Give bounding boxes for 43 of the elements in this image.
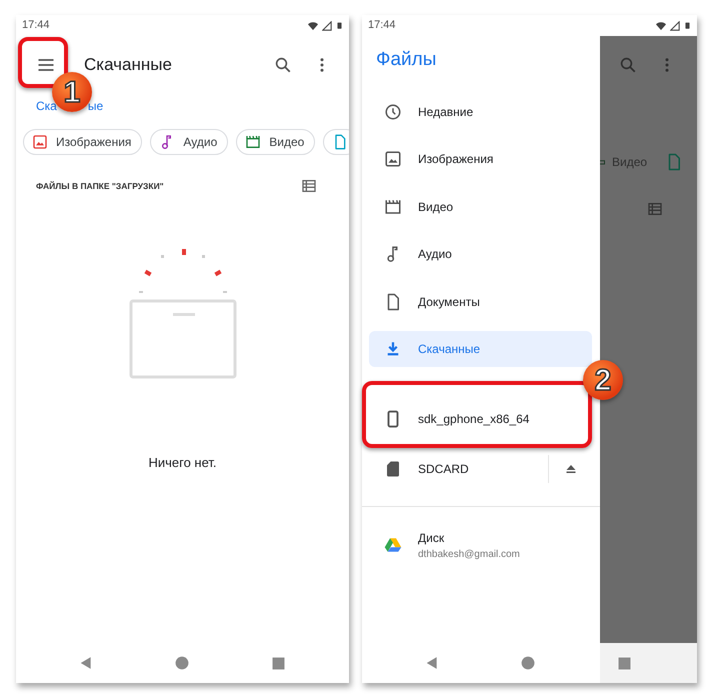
section-header: ФАЙЛЫ В ПАПКЕ "ЗАГРУЗКИ" (36, 180, 164, 192)
account-email: dthbakesh@gmail.com (418, 548, 520, 562)
drawer-item[interactable]: Скачанные (369, 330, 592, 366)
home-icon[interactable] (521, 656, 535, 670)
breadcrumb-link[interactable]: Ска (36, 100, 57, 112)
recents-icon[interactable] (618, 656, 631, 670)
clock-icon (384, 102, 402, 121)
category-chip[interactable]: Изображения (23, 129, 142, 155)
signal-icon (670, 20, 680, 30)
drawer-item[interactable]: Видео (369, 183, 592, 230)
drawer-item[interactable]: Аудио (369, 230, 592, 278)
category-chip[interactable]: Аудио (150, 129, 228, 155)
drawer-item[interactable]: SDCARD (369, 450, 548, 486)
status-time: 17:44 (22, 18, 50, 34)
drawer-item[interactable]: Изображения (369, 136, 592, 183)
battery-icon (336, 20, 343, 31)
wifi-icon (656, 20, 666, 30)
drawer-title: Файлы (376, 48, 438, 72)
empty-message: Ничего нет. (148, 455, 217, 470)
back-icon[interactable] (425, 656, 439, 670)
eject-icon[interactable] (565, 462, 577, 474)
list-view-icon[interactable] (647, 201, 663, 217)
sd-card-icon (384, 460, 402, 478)
drawer-item[interactable]: Недавние (369, 88, 592, 136)
app-title: Скачанные (84, 54, 172, 76)
battery-icon (684, 20, 691, 31)
category-chip[interactable] (323, 129, 349, 155)
drive-icon (384, 536, 402, 554)
image-icon (32, 134, 48, 150)
drawer-item[interactable]: Диск dthbakesh@gmail.com (369, 528, 592, 562)
status-time: 17:44 (368, 18, 396, 34)
drawer-item[interactable]: sdk_gphone_x86_64 (369, 398, 588, 438)
recents-icon[interactable] (272, 656, 285, 670)
wifi-icon (308, 20, 318, 30)
category-chip[interactable]: Видео (236, 129, 316, 155)
drawer-item[interactable]: Документы (369, 278, 592, 326)
search-icon[interactable] (274, 56, 292, 74)
breadcrumb-link[interactable]: ые (88, 100, 104, 112)
list-view-icon[interactable] (301, 178, 317, 194)
back-icon[interactable] (79, 656, 93, 670)
home-icon[interactable] (175, 656, 189, 670)
signal-icon (322, 20, 332, 30)
image-icon (384, 150, 402, 168)
